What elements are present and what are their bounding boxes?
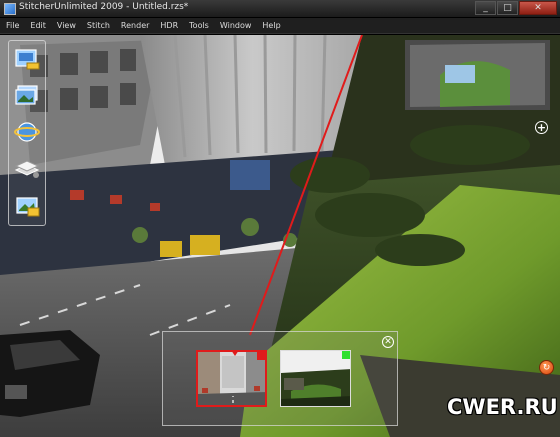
- thumbnail-garden-scene[interactable]: [280, 350, 351, 407]
- menu-render[interactable]: Render: [115, 21, 154, 30]
- export-image-icon[interactable]: [13, 193, 42, 219]
- import-images-icon[interactable]: [13, 45, 42, 71]
- globe-icon[interactable]: [13, 119, 42, 145]
- menu-tools[interactable]: Tools: [183, 21, 214, 30]
- active-marker-icon: [231, 352, 239, 356]
- maximize-button[interactable]: □: [497, 1, 518, 15]
- menu-hdr[interactable]: HDR: [154, 21, 183, 30]
- menu-help[interactable]: Help: [256, 21, 285, 30]
- thumbnail-panel: ✕: [162, 331, 398, 426]
- menu-view[interactable]: View: [51, 21, 81, 30]
- menu-window[interactable]: Window: [214, 21, 257, 30]
- street-thumbnail-image: [198, 352, 265, 405]
- thumbnail-street-scene[interactable]: [196, 350, 267, 407]
- garden-thumbnail-image: [281, 351, 350, 406]
- panorama-viewport[interactable]: + ✕ ↻ CWER.RU: [0, 35, 560, 437]
- menu-bar: File Edit View Stitch Render HDR Tools W…: [0, 18, 560, 34]
- menu-edit[interactable]: Edit: [24, 21, 51, 30]
- window-controls: _ □ ✕: [474, 1, 557, 15]
- stitch-layers-icon[interactable]: [13, 155, 42, 181]
- title-bar: StitcherUnlimited 2009 - Untitled.rzs* _…: [0, 0, 560, 18]
- menu-stitch[interactable]: Stitch: [81, 21, 115, 30]
- selection-marker-green: [342, 351, 350, 359]
- tool-palette: [8, 40, 46, 226]
- window-title: StitcherUnlimited 2009 - Untitled.rzs*: [19, 2, 189, 12]
- minimize-button[interactable]: _: [475, 1, 496, 15]
- rotate-button[interactable]: ↻: [539, 360, 554, 375]
- add-view-icon[interactable]: +: [535, 121, 548, 134]
- close-button[interactable]: ✕: [519, 1, 557, 15]
- image-list-icon[interactable]: [13, 83, 42, 109]
- menu-file[interactable]: File: [0, 21, 24, 30]
- selection-marker-red: [257, 352, 265, 360]
- close-icon[interactable]: ✕: [382, 336, 394, 348]
- watermark-text: CWER.RU: [447, 395, 558, 419]
- app-icon: [4, 3, 16, 15]
